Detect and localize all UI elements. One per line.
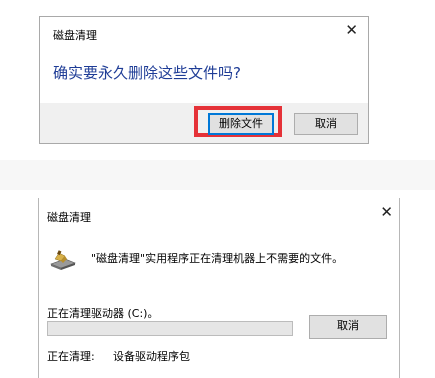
progress-dialog-title: 磁盘清理 bbox=[47, 211, 91, 224]
confirm-dialog-titlebar[interactable]: 磁盘清理 ✕ bbox=[40, 17, 368, 49]
close-icon[interactable]: ✕ bbox=[345, 23, 358, 38]
drive-status-text: 正在清理驱动器 (C:)。 bbox=[47, 307, 159, 320]
cancel-cleanup-button[interactable]: 取消 bbox=[309, 315, 387, 339]
disk-cleanup-icon bbox=[50, 250, 76, 270]
screenshot-canvas: 磁盘清理 ✕ 确实要永久删除这些文件吗? 删除文件 取消 磁盘清理 ✕ "磁盘清… bbox=[0, 0, 435, 378]
cleanup-progress-bar bbox=[47, 321, 293, 336]
cleanup-message: "磁盘清理"实用程序正在清理机器上不需要的文件。 bbox=[91, 252, 344, 265]
cleanup-progress-dialog: 磁盘清理 ✕ "磁盘清理"实用程序正在清理机器上不需要的文件。 正在清理驱动器 … bbox=[38, 198, 400, 378]
separator-band bbox=[0, 160, 435, 190]
confirm-dialog-title: 磁盘清理 bbox=[53, 29, 97, 42]
current-item-label: 正在清理: bbox=[47, 350, 95, 363]
delete-files-button[interactable]: 删除文件 bbox=[208, 113, 274, 135]
close-icon[interactable]: ✕ bbox=[380, 205, 393, 220]
confirm-delete-dialog: 磁盘清理 ✕ 确实要永久删除这些文件吗? 删除文件 取消 bbox=[39, 16, 369, 144]
confirm-dialog-footer: 删除文件 取消 bbox=[40, 103, 368, 143]
cancel-button[interactable]: 取消 bbox=[294, 113, 358, 135]
confirm-question-text: 确实要永久删除这些文件吗? bbox=[53, 64, 241, 82]
current-item-value: 设备驱动程序包 bbox=[113, 350, 190, 363]
